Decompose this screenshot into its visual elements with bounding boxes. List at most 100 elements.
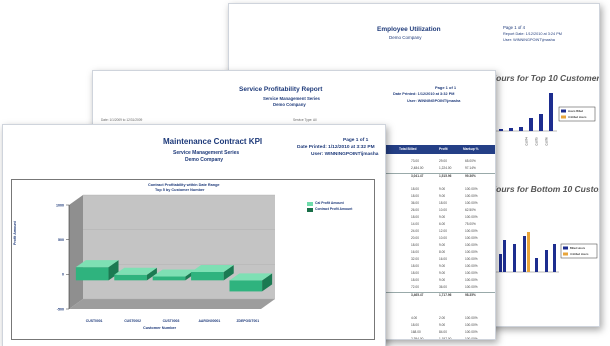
page-title: Employee Utilization xyxy=(377,26,441,33)
table-cell: 36.00 xyxy=(439,285,447,289)
table-cell: 10.00 xyxy=(439,236,447,240)
page-title: Service Profitability Report xyxy=(239,86,323,93)
bar-front xyxy=(75,267,109,281)
table-cell: 100.00% xyxy=(465,257,478,261)
chart1-title: Hours for Top 10 Customers xyxy=(490,73,600,83)
profitability-table: 73.00 29.00 65.00% 2,484.00 1,224.00 97.14% 3,… xyxy=(383,159,495,339)
chart-title: Contract Profitability within Date Range xyxy=(148,183,220,187)
bar-front xyxy=(229,280,263,292)
column-header: Total Billed xyxy=(399,147,417,151)
table-cell: 1,197.00 xyxy=(439,337,452,340)
table-cell: 100.00% xyxy=(465,250,478,254)
y-tick-label: 500 xyxy=(58,238,64,242)
y-tick-label: 1000 xyxy=(56,203,64,207)
table-cell: 18.00 xyxy=(411,243,419,247)
table-cell: 99.36% xyxy=(465,174,476,178)
table-cell: 100.00% xyxy=(465,264,478,268)
page-number: Page 1 of 1 xyxy=(343,138,369,143)
x-axis-label: Customer Number xyxy=(143,326,177,330)
chart2-bar xyxy=(523,236,526,272)
series-name: Service Management Series xyxy=(263,96,320,101)
legend-item: Cal Profit Amount xyxy=(315,201,344,205)
chart2-bar xyxy=(553,244,556,272)
chart1-x-label: CUST4 xyxy=(525,137,529,146)
table-cell: 100.00% xyxy=(465,187,478,191)
chart1-x-label: CUST5 xyxy=(535,137,539,146)
table-cell: 3,041.47 xyxy=(411,174,424,178)
maintenance-contract-kpi-page: Maintenance Contract KPI Service Managem… xyxy=(2,124,386,346)
table-cell: 65.00% xyxy=(465,159,476,163)
chart1-legend-item: Hours Billed xyxy=(568,109,584,113)
table-row: 16.00 8.00 100.00% xyxy=(383,250,495,257)
table-cell: 62.50% xyxy=(465,208,476,212)
chart1-bar xyxy=(499,129,503,131)
table-cell: 9.00 xyxy=(439,243,446,247)
table-cell: 73.00 xyxy=(411,159,419,163)
table-cell: 2,484.00 xyxy=(411,166,424,170)
table-cell: 18.00 xyxy=(411,271,419,275)
table-cell: 18.00 xyxy=(411,215,419,219)
table-row: 24.00 12.00 100.00% xyxy=(383,229,495,236)
table-cell: 1,515.96 xyxy=(439,174,452,178)
table-cell: 36.00 xyxy=(411,201,419,205)
table-cell: 9.00 xyxy=(439,215,446,219)
table-cell: 168.00 xyxy=(411,330,421,334)
bar-front xyxy=(152,276,186,281)
chart-legend: Cal Profit Amount Contract Profit Amount xyxy=(307,201,371,217)
chart2-title: Hours for Bottom 10 Customers xyxy=(490,184,599,194)
table-cell: 100.00% xyxy=(465,215,478,219)
table-cell: 32.00 xyxy=(411,257,419,261)
table-row: 18.00 9.00 100.00% xyxy=(383,194,495,201)
table-cell: 75.00% xyxy=(465,222,476,226)
y-tick-label: -500 xyxy=(57,307,64,311)
table-cell: 100.00% xyxy=(465,285,478,289)
table-cell: 100.00% xyxy=(465,229,478,233)
chart1-x-label: CUST6 xyxy=(545,137,549,146)
table-row: 2,394.00 1,197.00 100.00% xyxy=(383,337,495,340)
table-cell: 18.00 xyxy=(411,264,419,268)
table-cell: 100.00% xyxy=(465,201,478,205)
table-subtotal-row: 3,041.47 1,515.96 99.36% xyxy=(383,174,495,181)
page-title: Maintenance Contract KPI xyxy=(163,137,263,146)
table-cell: 8.00 xyxy=(439,250,446,254)
chart2-bar xyxy=(513,244,516,272)
report-date: Report Date: 1/12/2010 at 3:24 PM xyxy=(503,32,562,36)
table-cell: 12.00 xyxy=(439,229,447,233)
table-row: 73.00 29.00 65.00% xyxy=(383,159,495,166)
table-cell: 14.00 xyxy=(411,222,419,226)
table-cell: 16.00 xyxy=(411,250,419,254)
company-name: Demo Company xyxy=(389,35,422,40)
table-cell: 9.00 xyxy=(439,264,446,268)
chart1-bar xyxy=(549,93,553,131)
table-cell: 100.00% xyxy=(465,243,478,247)
chart2-bar xyxy=(499,254,502,272)
table-cell: 26.00 xyxy=(411,208,419,212)
table-row: 18.00 9.00 100.00% xyxy=(383,187,495,194)
table-row: 168.00 84.00 100.00% xyxy=(383,330,495,337)
table-cell: 20.00 xyxy=(411,236,419,240)
table-row: 36.00 18.00 100.00% xyxy=(383,201,495,208)
x-tick-label: CUST0001 xyxy=(86,319,103,323)
series-name: Service Management Series xyxy=(173,150,240,156)
table-cell: 97.14% xyxy=(465,166,476,170)
table-cell: 100.00% xyxy=(465,330,478,334)
table-cell: 2.00 xyxy=(439,316,446,320)
table-cell: 100.00% xyxy=(465,278,478,282)
y-axis-label: Profit Amount xyxy=(13,221,17,245)
table-cell: 18.00 xyxy=(411,187,419,191)
table-row: 18.00 9.00 100.00% xyxy=(383,264,495,271)
column-header: Profit xyxy=(439,147,448,151)
chart2-legend-item: Billed Hours xyxy=(570,246,586,250)
y-tick-label: 0 xyxy=(62,273,64,277)
table-cell: 9.00 xyxy=(439,323,446,327)
table-row: 32.00 16.00 100.00% xyxy=(383,257,495,264)
company-name: Demo Company xyxy=(185,157,224,163)
chart1-bar xyxy=(529,118,533,131)
report-user: User: WINNINGPOINT\jmasha xyxy=(503,38,555,42)
table-cell: 1,224.00 xyxy=(439,166,452,170)
table-cell: 9.00 xyxy=(439,194,446,198)
table-cell: 2,394.00 xyxy=(411,337,424,340)
chart-side-wall xyxy=(69,195,83,309)
table-cell: 6.00 xyxy=(439,222,446,226)
table-row: 18.00 9.00 100.00% xyxy=(383,243,495,250)
